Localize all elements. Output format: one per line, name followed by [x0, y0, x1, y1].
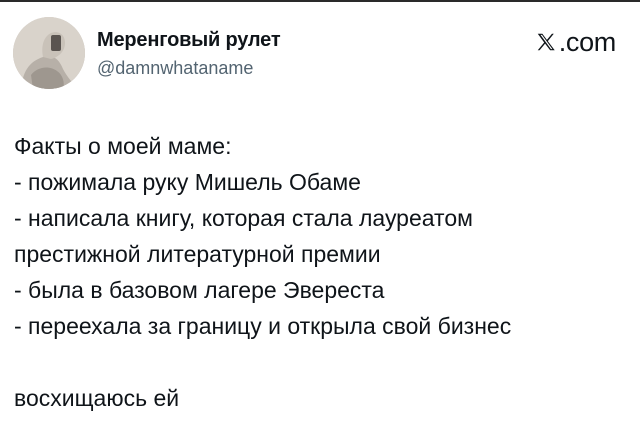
author-info: Меренговый рулет @damnwhataname — [97, 28, 281, 79]
tweet-line: - пожимала руку Мишель Обаме — [14, 169, 361, 195]
tweet-line: - переехала за границу и открыла свой би… — [14, 313, 512, 339]
tweet-line: Факты о моей маме: — [14, 133, 232, 159]
x-com-label: .com — [558, 27, 617, 57]
tweet-line: престижной литературной премии — [14, 241, 381, 267]
tweet-line: - написала книгу, которая стала лауреато… — [14, 205, 473, 231]
tweet-text: Факты о моей маме: - пожимала руку Мишел… — [14, 128, 626, 416]
x-logo-icon — [537, 33, 555, 51]
tweet-line: - была в базовом лагере Эвереста — [14, 277, 385, 303]
tweet-card: Меренговый рулет @damnwhataname .com Фак… — [0, 2, 640, 430]
tweet-line: восхищаюсь ей — [14, 385, 180, 411]
handle[interactable]: @damnwhataname — [97, 57, 280, 79]
x-com-logo: .com — [535, 27, 616, 57]
profile-photo — [13, 17, 85, 89]
avatar[interactable] — [13, 17, 85, 89]
display-name[interactable]: Меренговый рулет — [97, 28, 281, 52]
